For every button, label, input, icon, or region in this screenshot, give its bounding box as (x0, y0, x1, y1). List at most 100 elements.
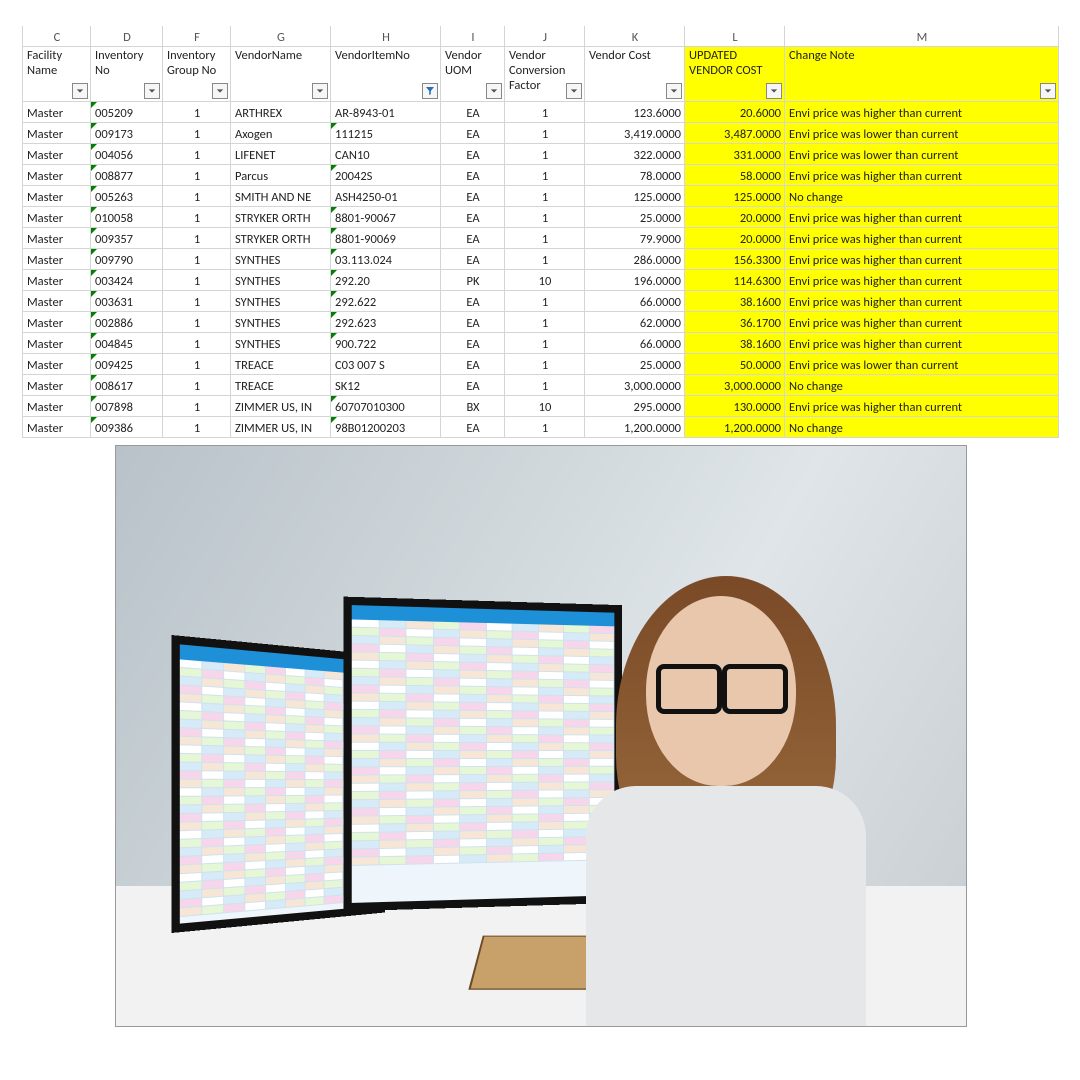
cell-H[interactable]: AR-8943-01 (331, 102, 441, 123)
cell-I[interactable]: PK (441, 270, 505, 291)
cell-K[interactable]: 66.0000 (585, 291, 685, 312)
cell-L[interactable]: 20.0000 (685, 207, 785, 228)
cell-J[interactable]: 1 (505, 186, 585, 207)
table-row[interactable]: Master0036311SYNTHES292.622EA166.000038.… (23, 291, 1059, 312)
cell-C[interactable]: Master (23, 249, 91, 270)
cell-D[interactable]: 009357 (91, 228, 163, 249)
cell-H[interactable]: SK12 (331, 375, 441, 396)
cell-H[interactable]: 111215 (331, 123, 441, 144)
cell-L[interactable]: 36.1700 (685, 312, 785, 333)
cell-L[interactable]: 114.6300 (685, 270, 785, 291)
cell-H[interactable]: 292.20 (331, 270, 441, 291)
cell-F[interactable]: 1 (163, 144, 231, 165)
col-letter-G[interactable]: G (231, 26, 331, 47)
cell-D[interactable]: 007898 (91, 396, 163, 417)
filter-dropdown-icon[interactable] (1040, 83, 1056, 99)
cell-K[interactable]: 3,000.0000 (585, 375, 685, 396)
cell-L[interactable]: 20.0000 (685, 228, 785, 249)
cell-G[interactable]: STRYKER ORTH (231, 207, 331, 228)
cell-J[interactable]: 1 (505, 354, 585, 375)
table-row[interactable]: Master0052091ARTHREXAR-8943-01EA1123.600… (23, 102, 1059, 123)
filter-dropdown-icon[interactable] (312, 83, 328, 99)
cell-D[interactable]: 002886 (91, 312, 163, 333)
cell-G[interactable]: Axogen (231, 123, 331, 144)
cell-I[interactable]: EA (441, 291, 505, 312)
cell-J[interactable]: 10 (505, 396, 585, 417)
col-letter-K[interactable]: K (585, 26, 685, 47)
cell-M[interactable]: No change (785, 417, 1059, 438)
col-letter-F[interactable]: F (163, 26, 231, 47)
cell-K[interactable]: 125.0000 (585, 186, 685, 207)
cell-I[interactable]: EA (441, 249, 505, 270)
cell-C[interactable]: Master (23, 102, 91, 123)
cell-J[interactable]: 1 (505, 123, 585, 144)
cell-I[interactable]: EA (441, 165, 505, 186)
cell-H[interactable]: 98B01200203 (331, 417, 441, 438)
cell-D[interactable]: 004056 (91, 144, 163, 165)
cell-L[interactable]: 38.1600 (685, 291, 785, 312)
table-row[interactable]: Master0097901SYNTHES03.113.024EA1286.000… (23, 249, 1059, 270)
filter-active-icon[interactable] (422, 83, 438, 99)
cell-C[interactable]: Master (23, 144, 91, 165)
cell-C[interactable]: Master (23, 207, 91, 228)
cell-K[interactable]: 78.0000 (585, 165, 685, 186)
cell-H[interactable]: CAN10 (331, 144, 441, 165)
cell-F[interactable]: 1 (163, 165, 231, 186)
cell-I[interactable]: EA (441, 354, 505, 375)
col-letter-L[interactable]: L (685, 26, 785, 47)
cell-J[interactable]: 1 (505, 207, 585, 228)
cell-K[interactable]: 66.0000 (585, 333, 685, 354)
cell-H[interactable]: 900.722 (331, 333, 441, 354)
cell-F[interactable]: 1 (163, 228, 231, 249)
cell-K[interactable]: 123.6000 (585, 102, 685, 123)
table-row[interactable]: Master0086171TREACESK12EA13,000.00003,00… (23, 375, 1059, 396)
cell-J[interactable]: 1 (505, 312, 585, 333)
filter-dropdown-icon[interactable] (766, 83, 782, 99)
cell-L[interactable]: 1,200.0000 (685, 417, 785, 438)
cell-K[interactable]: 196.0000 (585, 270, 685, 291)
cell-G[interactable]: Parcus (231, 165, 331, 186)
spreadsheet-table[interactable]: CDFGHIJKLM Facility NameInventory NoInve… (22, 26, 1059, 438)
cell-G[interactable]: SMITH AND NE (231, 186, 331, 207)
cell-C[interactable]: Master (23, 312, 91, 333)
cell-D[interactable]: 005263 (91, 186, 163, 207)
cell-K[interactable]: 295.0000 (585, 396, 685, 417)
cell-K[interactable]: 286.0000 (585, 249, 685, 270)
cell-L[interactable]: 156.3300 (685, 249, 785, 270)
cell-H[interactable]: 292.623 (331, 312, 441, 333)
cell-I[interactable]: EA (441, 417, 505, 438)
cell-F[interactable]: 1 (163, 312, 231, 333)
cell-J[interactable]: 1 (505, 417, 585, 438)
cell-M[interactable]: Envi price was higher than current (785, 102, 1059, 123)
cell-G[interactable]: SYNTHES (231, 249, 331, 270)
table-row[interactable]: Master0093571STRYKER ORTH8801-90069EA179… (23, 228, 1059, 249)
cell-M[interactable]: Envi price was higher than current (785, 291, 1059, 312)
cell-I[interactable]: EA (441, 186, 505, 207)
cell-L[interactable]: 50.0000 (685, 354, 785, 375)
cell-L[interactable]: 3,000.0000 (685, 375, 785, 396)
filter-dropdown-icon[interactable] (212, 83, 228, 99)
table-row[interactable]: Master0078981ZIMMER US, IN60707010300BX1… (23, 396, 1059, 417)
cell-D[interactable]: 004845 (91, 333, 163, 354)
cell-D[interactable]: 008617 (91, 375, 163, 396)
cell-F[interactable]: 1 (163, 396, 231, 417)
cell-M[interactable]: Envi price was higher than current (785, 270, 1059, 291)
filter-dropdown-icon[interactable] (144, 83, 160, 99)
col-letter-M[interactable]: M (785, 26, 1059, 47)
cell-L[interactable]: 3,487.0000 (685, 123, 785, 144)
cell-M[interactable]: Envi price was higher than current (785, 249, 1059, 270)
cell-L[interactable]: 130.0000 (685, 396, 785, 417)
cell-M[interactable]: Envi price was higher than current (785, 165, 1059, 186)
cell-I[interactable]: EA (441, 228, 505, 249)
cell-F[interactable]: 1 (163, 102, 231, 123)
cell-G[interactable]: SYNTHES (231, 291, 331, 312)
table-row[interactable]: Master0028861SYNTHES292.623EA162.000036.… (23, 312, 1059, 333)
cell-H[interactable]: 8801-90067 (331, 207, 441, 228)
cell-H[interactable]: C03 007 S (331, 354, 441, 375)
cell-H[interactable]: 20042S (331, 165, 441, 186)
cell-I[interactable]: EA (441, 123, 505, 144)
cell-K[interactable]: 25.0000 (585, 207, 685, 228)
cell-C[interactable]: Master (23, 270, 91, 291)
table-row[interactable]: Master0091731Axogen111215EA13,419.00003,… (23, 123, 1059, 144)
cell-D[interactable]: 009790 (91, 249, 163, 270)
